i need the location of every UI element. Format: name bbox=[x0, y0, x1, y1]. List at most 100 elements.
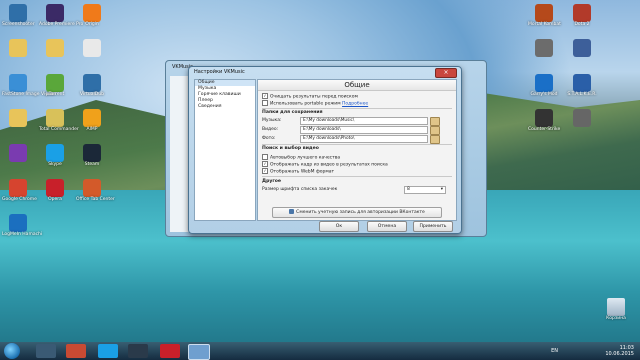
shortcut-label: Garry's Mod bbox=[530, 92, 558, 97]
garry-s-mod-icon bbox=[535, 74, 553, 92]
divider bbox=[262, 108, 452, 109]
desktop-shortcut-shortcut-3[interactable] bbox=[566, 39, 598, 57]
desktop-shortcut-adobe-premiere-pro[interactable]: Adobe Premiere Pro bbox=[39, 4, 84, 27]
desktop-shortcut-faststone-image-viewer[interactable]: FastStone Image Viewer bbox=[2, 74, 56, 97]
option-clear-results[interactable]: ✓ Очищать результаты перед поиском bbox=[262, 93, 358, 100]
taskbar-opera-icon[interactable] bbox=[160, 344, 180, 358]
taskbar-app-icon[interactable] bbox=[128, 344, 148, 358]
change-vk-account-button[interactable]: Сменить учетную запись для авторизации В… bbox=[272, 207, 442, 218]
font-size-label: Размер шрифта списка закачек bbox=[262, 187, 338, 192]
faststone-image-viewer-icon bbox=[9, 74, 27, 92]
desktop-shortcut-opera[interactable]: Opera bbox=[39, 179, 71, 202]
font-size-select[interactable]: 8 ▾ bbox=[404, 186, 446, 194]
desktop-shortcut-google-chrome[interactable]: Google Chrome bbox=[2, 179, 37, 202]
divider bbox=[262, 176, 452, 177]
shortcut-9-icon bbox=[9, 109, 27, 127]
checkbox-checked[interactable]: ✓ bbox=[262, 93, 268, 99]
option-portable[interactable]: Использовать portable режим Подробнее bbox=[262, 100, 368, 107]
screenshooter-icon bbox=[9, 4, 27, 22]
checkbox-checked[interactable]: ✓ bbox=[262, 161, 268, 167]
recycle-bin-icon[interactable]: Корзина bbox=[600, 298, 632, 321]
adobe-premiere-pro-icon bbox=[46, 4, 64, 22]
desktop-shortcut-shortcut-2[interactable] bbox=[528, 39, 560, 57]
taskbar-vkmusic-icon[interactable] bbox=[188, 344, 210, 360]
desktop-shortcut-screenshooter[interactable]: Screenshooter bbox=[2, 4, 35, 27]
music-folder-browse-button[interactable] bbox=[430, 117, 440, 126]
checkbox-unchecked[interactable] bbox=[262, 154, 268, 160]
music-folder-label: Музыка: bbox=[262, 118, 282, 123]
desktop-shortcut-torrent[interactable]: µTorrent bbox=[39, 74, 71, 97]
option-webm[interactable]: ✓ Отображать WebM формат bbox=[262, 168, 334, 175]
clock-date: 10.06.2015 bbox=[605, 351, 634, 357]
shortcut-label: Adobe Premiere Pro bbox=[39, 22, 84, 27]
desktop-shortcut-skype[interactable]: Skype bbox=[39, 144, 71, 167]
photo-folder-browse-button[interactable] bbox=[430, 135, 440, 144]
opera-icon bbox=[46, 179, 64, 197]
photo-folder-label: Фото: bbox=[262, 136, 276, 141]
s-t-a-l-k-e-r-icon bbox=[573, 74, 591, 92]
desktop-shortcut-steam[interactable]: Steam bbox=[76, 144, 108, 167]
music-folder-input[interactable]: E:\My downloads\Music\ bbox=[300, 117, 428, 125]
trash-icon bbox=[607, 298, 625, 316]
checkbox-unchecked[interactable] bbox=[262, 100, 268, 106]
option-show-frames[interactable]: ✓ Отображать кадр из видео в результатах … bbox=[262, 161, 388, 168]
taskbar-skype-icon[interactable] bbox=[98, 344, 118, 358]
apply-button[interactable]: Применить bbox=[413, 221, 453, 232]
desktop-shortcut-shortcut-12[interactable] bbox=[2, 144, 34, 162]
panel-title: Общие bbox=[258, 80, 456, 91]
desktop-shortcut-counter-strike[interactable]: Counter-Strike bbox=[528, 109, 560, 132]
torrent-icon bbox=[46, 74, 64, 92]
shortcut-label: Steam bbox=[84, 162, 100, 167]
shortcut-label: µTorrent bbox=[45, 92, 65, 97]
counter-strike-icon bbox=[535, 109, 553, 127]
cancel-button[interactable]: Отмена bbox=[367, 221, 407, 232]
shortcut-7-icon bbox=[573, 109, 591, 127]
taskbar-explorer-icon[interactable] bbox=[36, 344, 56, 358]
checkbox-checked[interactable]: ✓ bbox=[262, 168, 268, 174]
nav-item-about[interactable]: Сведения bbox=[195, 104, 255, 110]
desktop-shortcut-virtualdub[interactable]: VirtualDub bbox=[76, 74, 108, 97]
vk-icon bbox=[289, 209, 295, 214]
desktop-shortcut-aimp[interactable]: AIMP bbox=[76, 109, 108, 132]
desktop-shortcut-garry-s-mod[interactable]: Garry's Mod bbox=[528, 74, 560, 97]
desktop-shortcut-s-t-a-l-k-e-r[interactable]: S.T.A.L.K.E.R. bbox=[566, 74, 598, 97]
video-folder-input[interactable]: E:\My downloads\ bbox=[300, 126, 428, 134]
desktop-shortcut-shortcut-5[interactable] bbox=[76, 39, 108, 57]
desktop-shortcut-office-tab-center[interactable]: Office Tab Center bbox=[76, 179, 115, 202]
video-folder-browse-button[interactable] bbox=[430, 126, 440, 135]
system-clock[interactable]: 11:03 10.06.2015 bbox=[605, 345, 634, 357]
shortcut-label: Opera bbox=[48, 197, 62, 202]
total-commander-icon bbox=[46, 109, 64, 127]
desktop-shortcut-dota-2[interactable]: Dota 2 bbox=[566, 4, 598, 27]
ok-button[interactable]: Ок bbox=[319, 221, 359, 232]
settings-nav: Общие Музыка Горячие клавиши Плеер Сведе… bbox=[194, 79, 256, 221]
start-button[interactable] bbox=[4, 343, 20, 359]
section-other: Другое bbox=[262, 179, 282, 184]
desktop-shortcut-mortal-kombat[interactable]: Mortal Kombat bbox=[528, 4, 561, 27]
shortcut-2-icon bbox=[535, 39, 553, 57]
desktop-shortcut-shortcut-4[interactable] bbox=[39, 39, 71, 57]
shortcut-label: Google Chrome bbox=[2, 197, 37, 202]
photo-folder-input[interactable]: E:\My downloads\Photo\ bbox=[300, 135, 428, 143]
desktop-shortcut-origin[interactable]: Origin bbox=[76, 4, 108, 27]
taskbar: EN 11:03 10.06.2015 bbox=[0, 342, 640, 360]
shortcut-label: LogMeIn Hamachi bbox=[2, 232, 43, 237]
desktop-shortcut-logmein-hamachi[interactable]: LogMeIn Hamachi bbox=[2, 214, 43, 237]
vkmusic-sidebar bbox=[170, 76, 190, 232]
shortcut-label: Dota 2 bbox=[574, 22, 590, 27]
shortcut-label: VirtualDub bbox=[80, 92, 104, 97]
shortcut-label: Screenshooter bbox=[2, 22, 35, 27]
divider bbox=[262, 144, 452, 145]
desktop-shortcut-shortcut-7[interactable] bbox=[566, 109, 598, 127]
desktop-shortcut-shortcut-9[interactable] bbox=[2, 109, 34, 127]
desktop-shortcut-shortcut-3[interactable] bbox=[2, 39, 34, 57]
portable-more-link[interactable]: Подробнее bbox=[342, 102, 368, 107]
option-auto-quality[interactable]: Автовыбор лучшего качества bbox=[262, 154, 340, 161]
shortcut-4-icon bbox=[46, 39, 64, 57]
language-indicator[interactable]: EN bbox=[551, 348, 558, 354]
close-button[interactable]: × bbox=[435, 68, 457, 78]
desktop-shortcut-total-commander[interactable]: Total Commander bbox=[39, 109, 79, 132]
taskbar-chrome-icon[interactable] bbox=[66, 344, 86, 358]
recycle-bin-label: Корзина bbox=[606, 316, 626, 321]
shortcut-3-icon bbox=[573, 39, 591, 57]
